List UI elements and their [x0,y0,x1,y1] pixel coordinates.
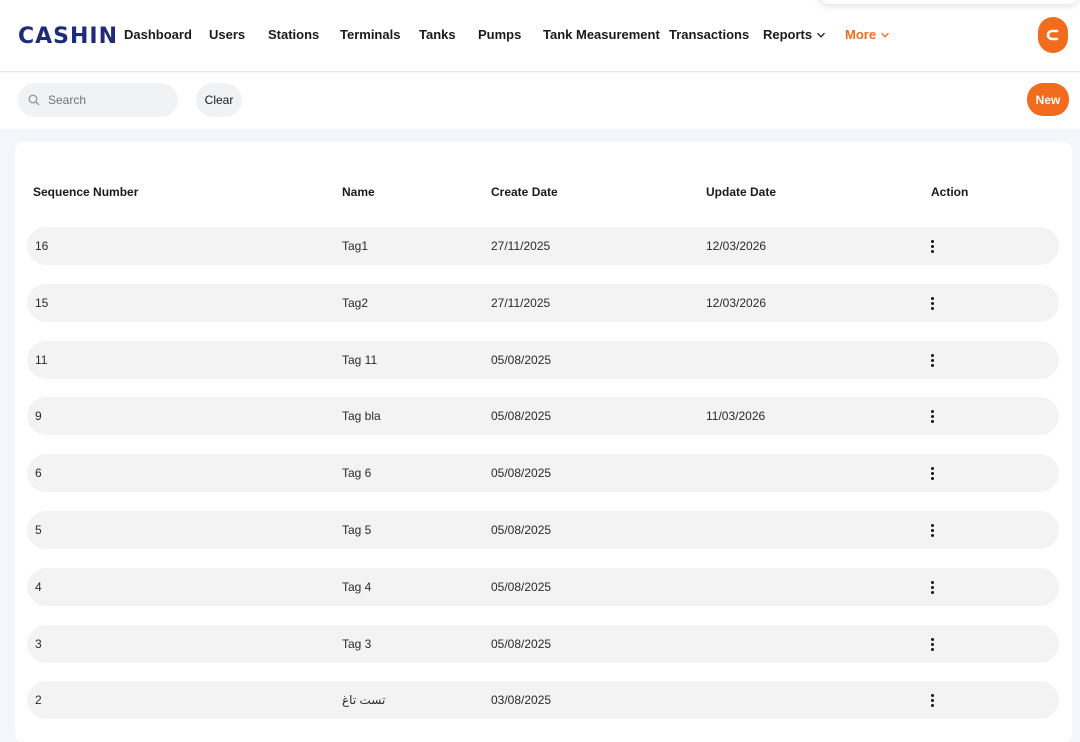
kebab-dots [930,295,934,310]
cell-sequence-number: 6 [35,466,42,481]
nav-item-more[interactable]: More [845,27,890,42]
table-row[interactable]: 16 Tag1 27/11/2025 12/03/2026 [27,227,1059,265]
cell-update-date: 11/03/2026 [706,409,766,424]
cell-name: Tag 6 [342,466,372,481]
chevron-down-icon [881,32,890,38]
cell-update-date: 12/03/2026 [706,239,767,253]
cell-sequence-number: 5 [35,523,42,537]
user-avatar[interactable] [1038,17,1068,53]
table-row[interactable]: 2 تست تاغ 03/08/2025 [27,681,1059,720]
table-header: Sequence Number Name Create Date Update … [15,142,1072,228]
cell-name: Tag 5 [342,523,372,537]
column-header-update-date: Update Date [706,185,777,199]
cell-sequence-number: 2 [35,693,42,708]
tags-table-card: Sequence Number Name Create Date Update … [15,142,1072,742]
cell-create-date: 05/08/2025 [491,352,552,367]
table-row[interactable]: 11 Tag 11 05/08/2025 [27,340,1059,379]
top-navbar: CASHIN Dashboard Users Stations Terminal… [0,0,1080,72]
kebab-dots [930,579,934,594]
table-row[interactable]: 9 Tag bla 05/08/2025 11/03/2026 [27,397,1059,436]
cell-sequence-number: 15 [35,295,49,310]
table-row[interactable]: 5 Tag 5 05/08/2025 [27,511,1059,549]
main-nav: Dashboard Users Stations Terminals Tanks… [0,0,1080,72]
column-header-action: Action [931,185,969,199]
more-vertical-icon[interactable] [924,577,940,597]
cell-name: تست تاغ [342,693,386,708]
nav-item-tank-measurement[interactable]: Tank Measurement [543,27,660,42]
nav-item-reports-label: Reports [763,27,813,42]
cell-update-date: 12/03/2026 [706,295,767,310]
clear-button[interactable]: Clear [196,83,242,117]
cell-create-date: 03/08/2025 [491,693,552,708]
cell-name: Tag 4 [342,579,372,594]
column-header-sequence-number: Sequence Number [33,185,139,199]
cell-create-date: 05/08/2025 [491,523,552,537]
nav-item-stations[interactable]: Stations [268,27,319,42]
cell-name: Tag bla [342,409,381,424]
cell-sequence-number: 16 [35,239,49,253]
table-row[interactable]: 4 Tag 4 05/08/2025 [27,567,1059,606]
chevron-down-icon [817,32,826,38]
more-vertical-icon[interactable] [924,520,940,540]
nav-item-terminals[interactable]: Terminals [340,27,400,42]
cell-name: Tag 11 [342,352,378,367]
cell-name: Tag 3 [342,636,372,651]
kebab-dots [930,523,934,537]
more-vertical-icon[interactable] [924,236,940,256]
search-input[interactable] [48,93,168,107]
more-vertical-icon[interactable] [924,406,940,426]
brand-c-icon [1046,29,1059,41]
cell-sequence-number: 9 [35,409,42,424]
cell-create-date: 27/11/2025 [491,239,551,253]
nav-item-transactions[interactable]: Transactions [669,27,749,42]
cell-sequence-number: 3 [35,636,42,651]
nav-item-users[interactable]: Users [209,27,245,42]
toolbar: Clear New [0,73,1080,129]
cell-name: Tag1 [342,239,369,253]
column-header-name: Name [342,185,375,199]
search-icon [28,94,40,106]
nav-item-tanks[interactable]: Tanks [419,27,456,42]
table-row[interactable]: 6 Tag 6 05/08/2025 [27,454,1059,493]
cell-create-date: 27/11/2025 [491,295,551,310]
more-vertical-icon[interactable] [924,350,940,370]
kebab-dots [930,636,934,651]
more-vertical-icon[interactable] [924,463,940,483]
column-header-create-date: Create Date [491,185,558,199]
cell-sequence-number: 4 [35,579,42,594]
new-button[interactable]: New [1027,83,1069,116]
more-vertical-icon[interactable] [924,634,940,654]
kebab-dots [930,466,934,481]
cell-create-date: 05/08/2025 [491,409,552,424]
cell-name: Tag2 [342,295,369,310]
nav-item-more-label: More [845,27,877,42]
table-row[interactable]: 15 Tag2 27/11/2025 12/03/2026 [27,283,1059,322]
search-box[interactable] [18,83,178,117]
cell-create-date: 05/08/2025 [491,636,552,651]
kebab-dots [930,352,934,367]
cell-create-date: 05/08/2025 [491,466,552,481]
kebab-dots [930,239,934,253]
more-vertical-icon[interactable] [924,690,940,710]
nav-item-pumps[interactable]: Pumps [478,27,521,42]
kebab-dots [930,409,934,424]
cell-sequence-number: 11 [35,352,48,367]
kebab-dots [930,693,934,708]
cell-create-date: 05/08/2025 [491,579,552,594]
table-row[interactable]: 3 Tag 3 05/08/2025 [27,624,1059,663]
nav-item-dashboard[interactable]: Dashboard [124,27,192,42]
nav-item-reports[interactable]: Reports [763,27,826,42]
more-vertical-icon[interactable] [924,293,940,313]
